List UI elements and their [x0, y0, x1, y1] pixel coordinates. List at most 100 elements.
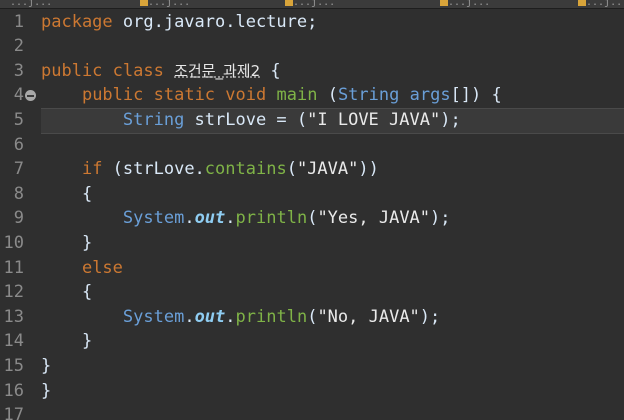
code-text: else — [41, 256, 123, 281]
code-token: ); — [440, 109, 461, 130]
code-text: System.out.println("No, JAVA"); — [41, 305, 440, 330]
code-line[interactable]: 15} — [0, 354, 624, 379]
code-token: { — [260, 60, 281, 81]
editor-tab[interactable]: ...j... — [10, 0, 53, 8]
code-text: } — [41, 354, 51, 379]
code-text: } — [41, 329, 92, 354]
code-token: class — [112, 60, 164, 81]
code-token: println — [235, 208, 308, 229]
code-token: public — [41, 60, 103, 81]
code-token: System — [122, 306, 185, 327]
code-text: { — [41, 280, 92, 305]
code-token: strLove = ( — [184, 109, 308, 130]
code-token: 조건문_과제2 — [174, 61, 261, 80]
code-line[interactable]: 9 System.out.println("Yes, JAVA"); — [0, 206, 624, 231]
line-number: 10 — [3, 232, 24, 253]
code-token: package — [41, 11, 113, 32]
code-line[interactable]: 5 String strLove = ("I LOVE JAVA"); — [0, 107, 624, 134]
code-line[interactable]: 13 System.out.println("No, JAVA"); — [0, 305, 624, 330]
code-token: } — [41, 232, 93, 253]
code-token: org.javaro.lecture; — [112, 11, 318, 32]
code-line[interactable]: 3 public class 조건문_과제2 { — [0, 59, 624, 84]
code-token: else — [81, 257, 123, 278]
line-number: 7 — [13, 159, 24, 180]
java-file-icon — [140, 0, 148, 6]
code-text: String strLove = ("I LOVE JAVA"); — [41, 108, 461, 133]
code-token: (strLove. — [102, 159, 205, 180]
code-token: String — [122, 109, 185, 130]
line-number: 14 — [3, 331, 24, 352]
code-token: System — [122, 208, 185, 229]
code-text: { — [41, 182, 92, 207]
code-token: ( — [307, 208, 318, 229]
code-line[interactable]: 6 — [0, 133, 624, 158]
code-token: ( — [307, 306, 318, 327]
line-number: 4 — [13, 85, 24, 106]
code-token: contains — [204, 159, 287, 180]
code-token: { — [41, 183, 93, 204]
line-number: 9 — [13, 208, 24, 229]
code-line[interactable]: 4 public static void main (String args[]… — [0, 83, 624, 108]
code-line[interactable]: 17 — [0, 403, 624, 420]
code-token: } — [41, 380, 52, 401]
code-token: "I LOVE JAVA" — [307, 109, 441, 130]
line-number: 3 — [13, 60, 24, 81]
tab-label: ...j... — [293, 0, 336, 8]
code-text: public static void main (String args[]) … — [41, 83, 502, 108]
code-line[interactable]: 10 } — [0, 231, 624, 256]
code-editor[interactable]: ...j... ...j... ...j... ...j... ...j... 1 pac… — [0, 0, 624, 420]
code-line[interactable]: 1 package org.javaro.lecture; — [0, 10, 624, 35]
collapse-icon[interactable] — [25, 90, 36, 102]
code-token: { — [41, 282, 93, 303]
code-token: )) — [358, 159, 379, 180]
code-token: public — [81, 85, 144, 106]
code-text: package org.javaro.lecture; — [41, 10, 317, 35]
code-line[interactable]: 12 { — [0, 280, 624, 305]
code-line[interactable]: 7 if (strLove.contains("JAVA")) — [0, 157, 624, 182]
line-number: 12 — [3, 282, 24, 303]
editor-tab[interactable]: ...j... — [578, 0, 624, 8]
code-token: void — [225, 85, 267, 106]
tab-label: ...j... — [448, 0, 491, 8]
editor-tab-strip: ...j... ...j... ...j... ...j... ...j... — [0, 0, 624, 8]
code-token: if — [81, 159, 103, 180]
code-line[interactable]: 14 } — [0, 329, 624, 354]
code-line[interactable]: 11 else — [0, 256, 624, 281]
line-number: 5 — [13, 109, 24, 130]
java-file-icon — [285, 0, 293, 6]
editor-tab[interactable]: ...j... — [440, 0, 491, 8]
code-token: main — [276, 85, 318, 106]
editor-tab[interactable]: ...j... — [285, 0, 336, 8]
tab-label: ...j... — [148, 0, 191, 8]
line-number: 15 — [3, 355, 24, 376]
line-number: 1 — [13, 11, 24, 32]
editor-tab[interactable]: ...j... — [140, 0, 191, 8]
tab-label: ...j... — [586, 0, 624, 8]
code-line[interactable]: 8 { — [0, 182, 624, 207]
code-token: println — [235, 306, 308, 327]
code-token: . — [184, 208, 195, 229]
line-number: 16 — [3, 380, 24, 401]
code-text: public class 조건문_과제2 { — [41, 59, 281, 84]
line-number: 11 — [3, 257, 24, 278]
line-number: 2 — [13, 36, 24, 57]
code-token: static — [153, 85, 216, 106]
code-token: args — [409, 85, 451, 106]
line-number: 13 — [3, 306, 24, 327]
code-token: ( — [286, 159, 297, 180]
code-line[interactable]: 16} — [0, 379, 624, 404]
code-text: if (strLove.contains("JAVA")) — [41, 157, 379, 182]
code-token: ); — [430, 208, 451, 229]
code-line[interactable]: 2 — [0, 34, 624, 59]
java-file-icon — [440, 0, 448, 6]
code-token: } — [41, 331, 93, 352]
line-number: 6 — [13, 134, 24, 155]
tab-label: ...j... — [10, 0, 53, 8]
